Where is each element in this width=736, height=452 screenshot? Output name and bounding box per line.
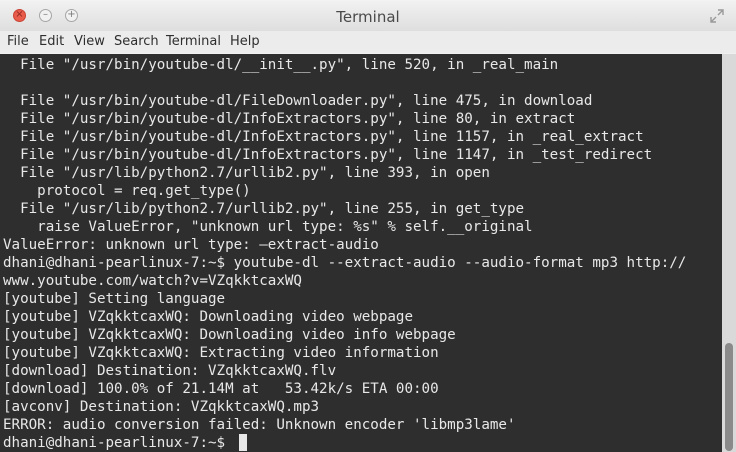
scrollbar[interactable] (722, 54, 736, 452)
terminal-line: [download] 100.0% of 21.14M at 53.42k/s … (3, 381, 439, 397)
scrollbar-thumb[interactable] (725, 343, 733, 451)
title-bar[interactable]: × – + Terminal (0, 0, 736, 32)
terminal-text: File "/usr/bin/youtube-dl/__init__.py", … (3, 56, 686, 452)
terminal-line: File "/usr/bin/youtube-dl/FileDownloader… (3, 93, 593, 109)
terminal-line: [youtube] VZqkktcaxWQ: Downloading video… (3, 309, 413, 325)
menu-view[interactable]: View (74, 31, 105, 53)
terminal-line: [avconv] Destination: VZqkktcaxWQ.mp3 (3, 399, 320, 415)
menu-search[interactable]: Search (114, 31, 159, 53)
terminal-line: [youtube] VZqkktcaxWQ: Downloading video… (3, 327, 456, 343)
menu-help[interactable]: Help (230, 31, 260, 53)
terminal-line: File "/usr/bin/youtube-dl/InfoExtractors… (3, 129, 644, 145)
terminal-line: File "/usr/lib/python2.7/urllib2.py", li… (3, 201, 525, 217)
terminal-line: raise ValueError, "unknown url type: %s"… (3, 219, 533, 235)
terminal-line: www.youtube.com/watch?v=VZqkktcaxWQ (3, 273, 302, 289)
terminal-line: ERROR: audio conversion failed: Unknown … (3, 417, 516, 433)
terminal-line: ValueError: unknown url type: —extract-a… (3, 237, 379, 253)
terminal-line: [download] Destination: VZqkktcaxWQ.flv (3, 363, 337, 379)
menu-terminal[interactable]: Terminal (166, 31, 221, 53)
resize-icon[interactable] (710, 9, 724, 23)
terminal-window: × – + Terminal File Edit View Search Ter… (0, 0, 736, 452)
terminal-line: dhani@dhani-pearlinux-7:~$ (3, 435, 234, 451)
menu-file[interactable]: File (7, 31, 29, 53)
terminal-line: protocol = req.get_type() (3, 183, 251, 199)
menu-bar: File Edit View Search Terminal Help (0, 31, 736, 53)
terminal-line: File "/usr/lib/python2.7/urllib2.py", li… (3, 165, 490, 181)
menu-edit[interactable]: Edit (39, 31, 64, 53)
terminal-line: File "/usr/bin/youtube-dl/__init__.py", … (3, 57, 559, 73)
terminal-line: File "/usr/bin/youtube-dl/InfoExtractors… (3, 147, 653, 163)
terminal-line: File "/usr/bin/youtube-dl/InfoExtractors… (3, 111, 576, 127)
window-title: Terminal (336, 8, 400, 26)
text-cursor (239, 434, 247, 451)
terminal-line: [youtube] VZqkktcaxWQ: Extracting video … (3, 345, 439, 361)
terminal-line: dhani@dhani-pearlinux-7:~$ youtube-dl --… (3, 255, 687, 271)
terminal-line: [youtube] Setting language (3, 291, 226, 307)
terminal-output[interactable]: File "/usr/bin/youtube-dl/__init__.py", … (0, 54, 722, 452)
